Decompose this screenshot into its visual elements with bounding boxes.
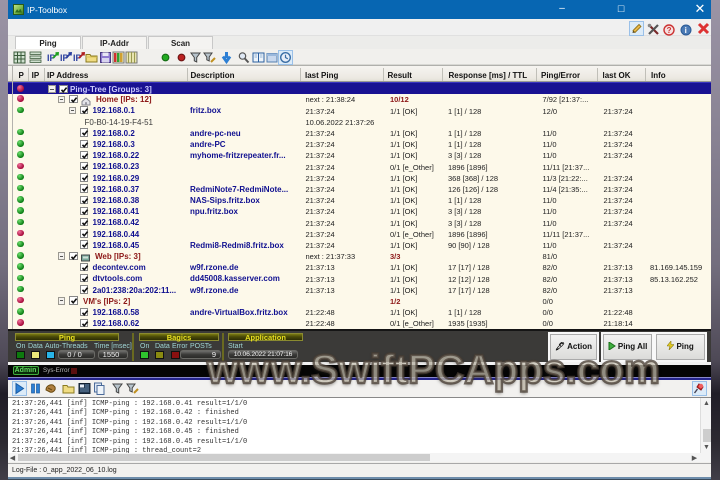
svg-text:?: ? xyxy=(667,26,672,35)
svg-text:i: i xyxy=(685,26,687,35)
